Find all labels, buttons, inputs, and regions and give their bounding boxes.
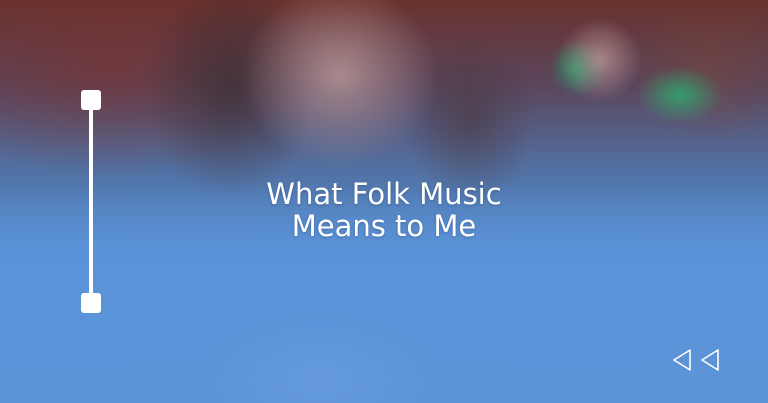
next-button[interactable] [698, 347, 722, 373]
title-line-1: What Folk Music [266, 177, 502, 211]
carousel-nav [670, 347, 722, 373]
triangle-left-icon [701, 349, 719, 371]
page-title: What Folk Music Means to Me [184, 178, 584, 242]
triangle-left-icon [673, 349, 691, 371]
slider-handle-top[interactable] [81, 90, 101, 110]
previous-button[interactable] [670, 347, 694, 373]
slider-handle-bottom[interactable] [81, 293, 101, 313]
title-line-2: Means to Me [291, 209, 477, 243]
hero-banner: What Folk Music Means to Me [0, 0, 768, 403]
slider-track[interactable] [89, 100, 93, 304]
